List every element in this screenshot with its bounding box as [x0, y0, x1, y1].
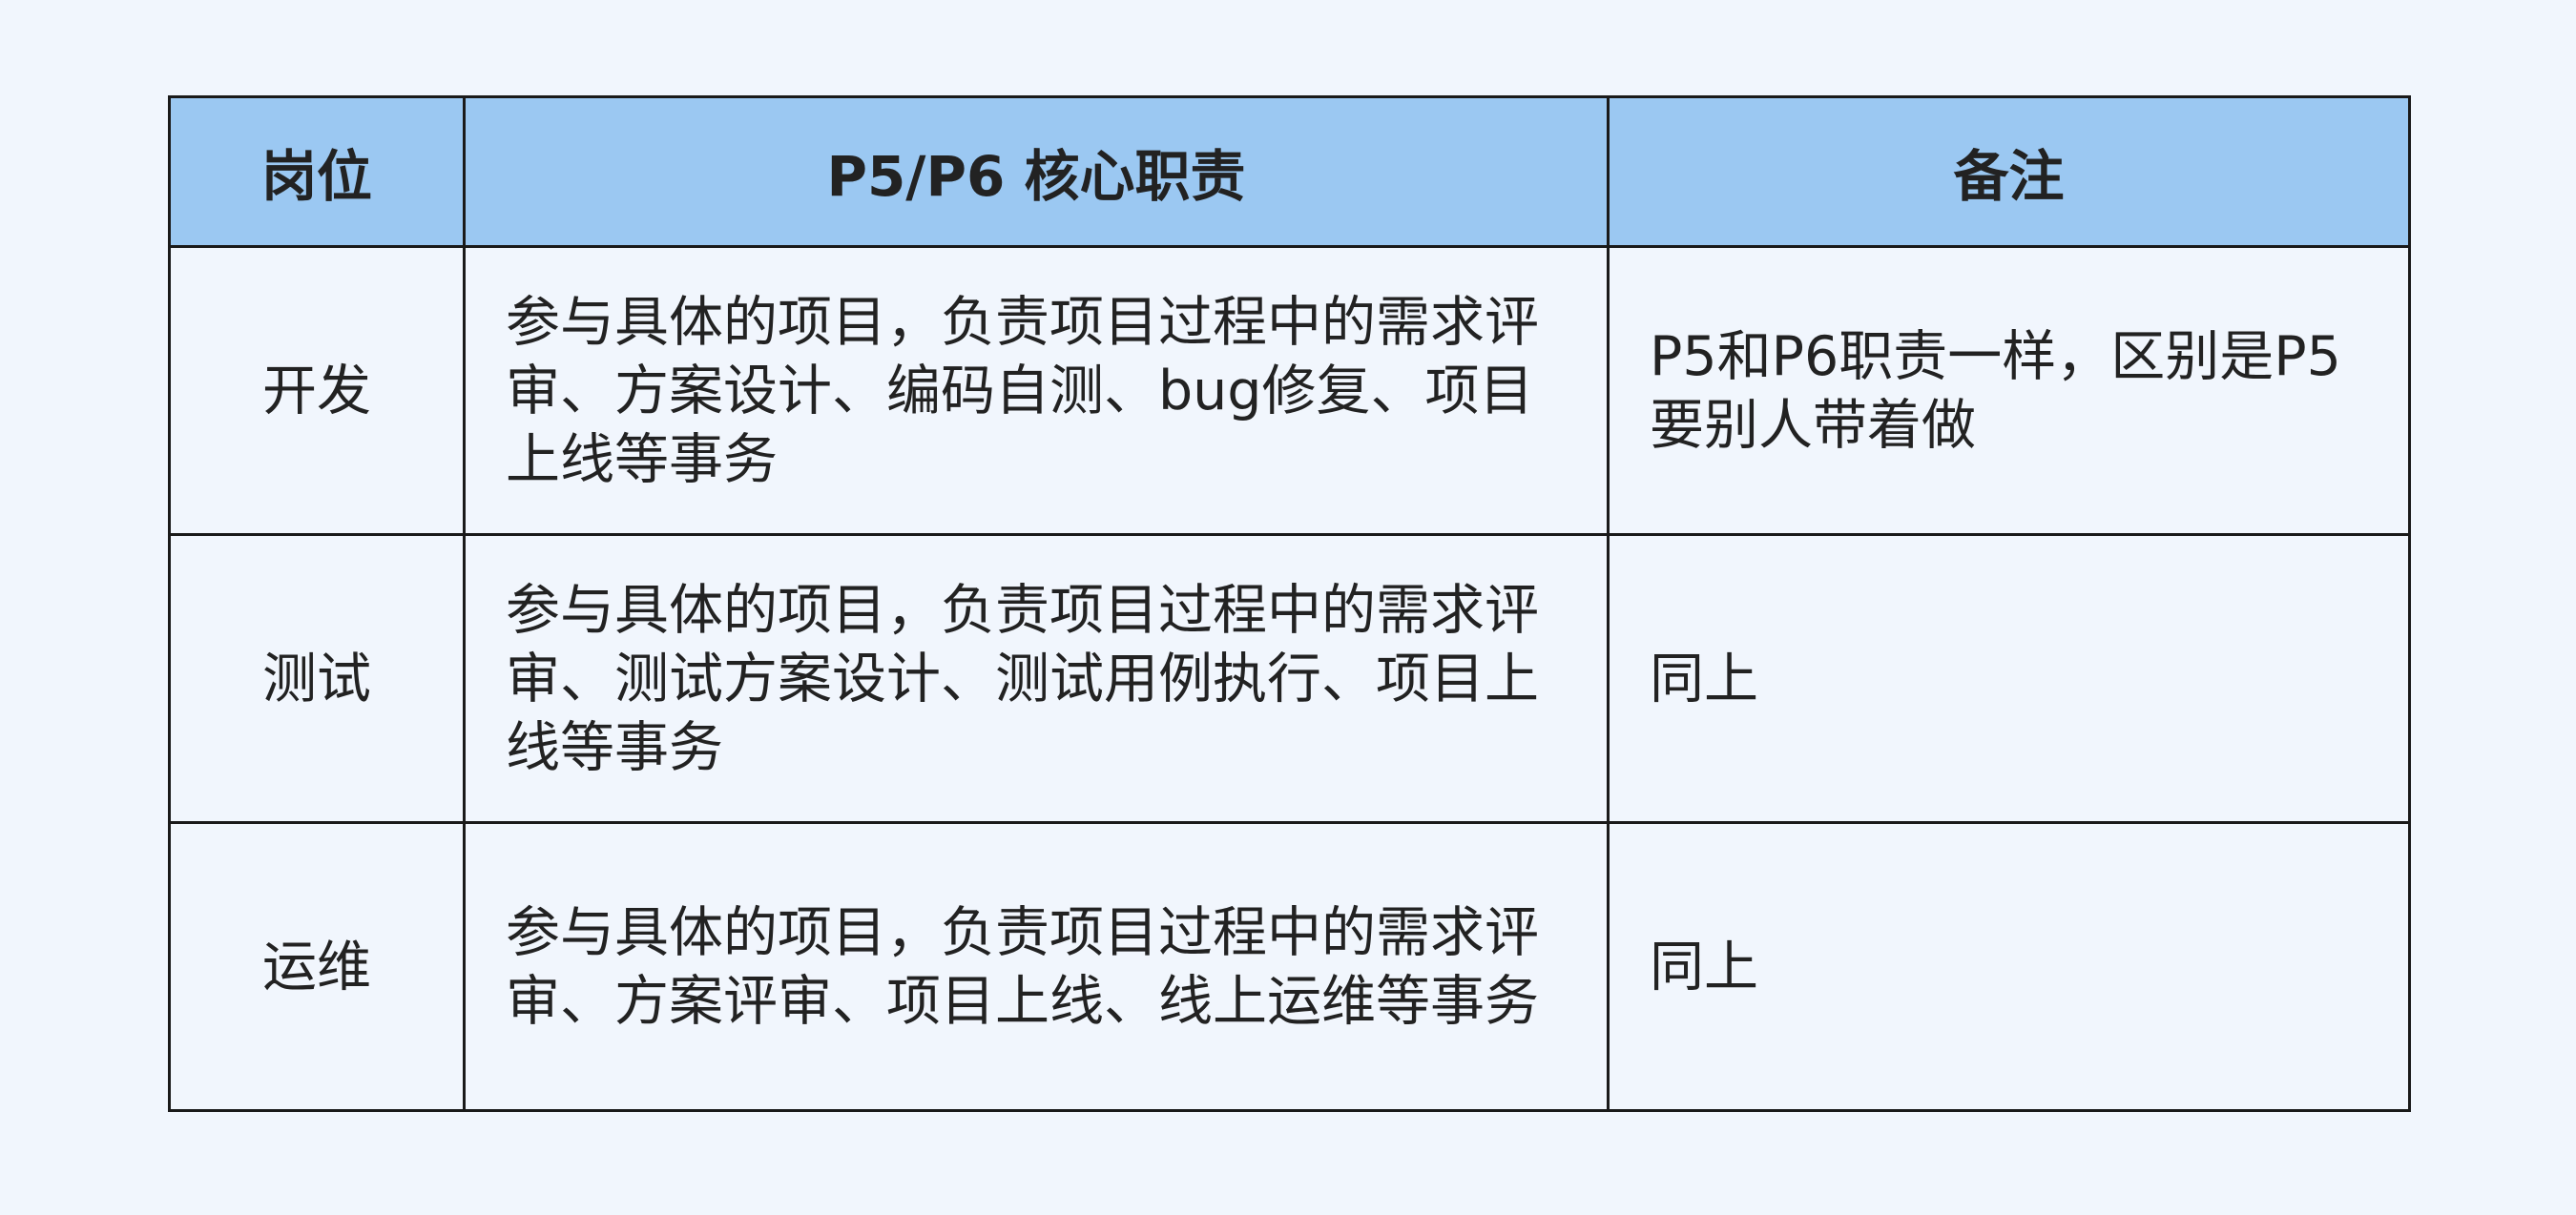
note-cell: 同上 — [1607, 821, 2411, 1112]
table-row: 运维 参与具体的项目，负责项目过程中的需求评审、方案评审、项目上线、线上运维等事… — [168, 821, 2411, 1112]
note-cell: P5和P6职责一样，区别是P5要别人带着做 — [1607, 245, 2411, 536]
header-duty: P5/P6 核心职责 — [463, 95, 1610, 248]
table-body: 开发 参与具体的项目，负责项目过程中的需求评审、方案设计、编码自测、bug修复、… — [168, 245, 2411, 1112]
duty-cell: 参与具体的项目，负责项目过程中的需求评审、测试方案设计、测试用例执行、项目上线等… — [463, 533, 1610, 824]
responsibility-table: 岗位 P5/P6 核心职责 备注 开发 参与具体的项目，负责项目过程中的需求评审… — [168, 95, 2411, 1112]
note-cell: 同上 — [1607, 533, 2411, 824]
role-cell: 运维 — [168, 821, 466, 1112]
header-row: 岗位 P5/P6 核心职责 备注 — [168, 95, 2411, 248]
role-cell: 开发 — [168, 245, 466, 536]
page: 岗位 P5/P6 核心职责 备注 开发 参与具体的项目，负责项目过程中的需求评审… — [0, 0, 2576, 1215]
header-note: 备注 — [1607, 95, 2411, 248]
duty-cell: 参与具体的项目，负责项目过程中的需求评审、方案设计、编码自测、bug修复、项目上… — [463, 245, 1610, 536]
duty-cell: 参与具体的项目，负责项目过程中的需求评审、方案评审、项目上线、线上运维等事务 — [463, 821, 1610, 1112]
header-role: 岗位 — [168, 95, 466, 248]
role-cell: 测试 — [168, 533, 466, 824]
table-header: 岗位 P5/P6 核心职责 备注 — [168, 95, 2411, 248]
table-row: 测试 参与具体的项目，负责项目过程中的需求评审、测试方案设计、测试用例执行、项目… — [168, 533, 2411, 824]
table-row: 开发 参与具体的项目，负责项目过程中的需求评审、方案设计、编码自测、bug修复、… — [168, 245, 2411, 536]
